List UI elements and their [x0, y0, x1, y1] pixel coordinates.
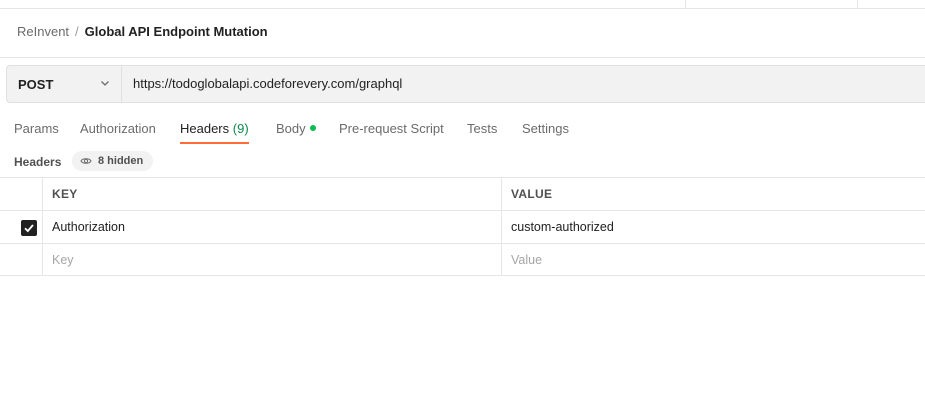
tab-label: Body	[276, 121, 306, 136]
method-label: POST	[18, 76, 54, 92]
row-checkbox-cell	[0, 244, 43, 276]
header-value: custom-authorized	[511, 220, 614, 234]
chevron-down-icon	[101, 81, 109, 86]
breadcrumb: ReInvent / Global API Endpoint Mutation	[17, 24, 268, 40]
eye-icon	[80, 158, 92, 164]
tab-label: Tests	[467, 121, 498, 136]
tab-slot-divider	[857, 0, 858, 8]
value-column-label: VALUE	[511, 187, 553, 201]
headers-table: KEY VALUE Authorization custom-authorize…	[0, 177, 925, 276]
tab-label: Params	[14, 121, 59, 136]
header-divider	[0, 57, 925, 58]
new-value-input[interactable]: Value	[502, 244, 925, 276]
breadcrumb-separator: /	[75, 24, 79, 39]
tab-params[interactable]: Params	[14, 120, 59, 144]
key-column-header: KEY	[43, 178, 502, 210]
table-row-new: Key Value	[0, 243, 925, 276]
header-value-cell[interactable]: custom-authorized	[502, 211, 925, 243]
tab-label: Headers	[180, 121, 230, 136]
headers-count: (9)	[232, 121, 249, 136]
tab-slot-divider	[685, 0, 686, 8]
breadcrumb-collection[interactable]: ReInvent	[17, 24, 69, 39]
row-enabled-checkbox[interactable]	[21, 220, 37, 236]
header-key-cell[interactable]: Authorization	[43, 211, 502, 243]
tab-settings[interactable]: Settings	[522, 120, 569, 144]
tab-authorization[interactable]: Authorization	[80, 120, 156, 144]
tab-pre-request-script[interactable]: Pre-request Script	[339, 120, 444, 144]
key-column-label: KEY	[52, 187, 78, 201]
method-select[interactable]: POST	[7, 66, 122, 102]
checkbox-column-header	[0, 178, 43, 210]
tab-label: Pre-request Script	[339, 121, 444, 136]
value-column-header: VALUE	[502, 178, 925, 210]
new-key-input[interactable]: Key	[43, 244, 502, 276]
tab-bar-strip	[0, 0, 925, 9]
tab-tests[interactable]: Tests	[467, 120, 497, 144]
headers-section-title: Headers	[14, 155, 62, 169]
body-indicator-dot	[309, 125, 316, 131]
key-placeholder: Key	[52, 253, 74, 267]
request-url-bar: POST https://todoglobalapi.codeforevery.…	[6, 65, 925, 103]
tab-label: Settings	[522, 121, 569, 136]
tab-label: Authorization	[80, 121, 156, 136]
header-key: Authorization	[52, 220, 125, 234]
hidden-headers-label: 8 hidden	[98, 155, 144, 167]
value-placeholder: Value	[511, 253, 543, 267]
table-row: Authorization custom-authorized	[0, 210, 925, 243]
tab-headers[interactable]: Headers (9)	[180, 120, 249, 144]
request-name[interactable]: Global API Endpoint Mutation	[85, 24, 268, 39]
url-input[interactable]: https://todoglobalapi.codeforevery.com/g…	[133, 66, 402, 102]
hidden-headers-toggle[interactable]: 8 hidden	[72, 151, 154, 171]
row-checkbox-cell	[0, 211, 43, 243]
checkbox-checked-icon	[24, 224, 34, 233]
table-header-row: KEY VALUE	[0, 177, 925, 210]
tab-body[interactable]: Body	[276, 120, 316, 144]
